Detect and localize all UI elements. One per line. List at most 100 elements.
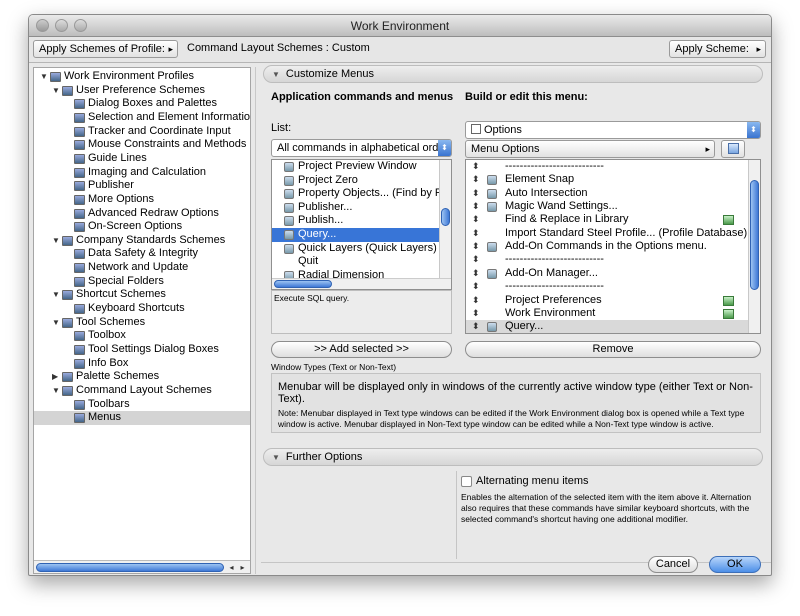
drag-handle-icon[interactable]: ⬍ <box>472 240 480 254</box>
new-item-button[interactable] <box>721 140 745 158</box>
ok-button[interactable]: OK <box>709 556 761 573</box>
menu-item[interactable]: ⬍ Query... <box>466 320 748 333</box>
cancel-button[interactable]: Cancel <box>648 556 698 573</box>
menu-item[interactable]: ⬍ Add-On Manager... <box>466 267 748 281</box>
drag-handle-icon[interactable]: ⬍ <box>472 173 480 187</box>
further-options-header[interactable]: ▼ Further Options <box>263 448 763 466</box>
disclosure-down-icon[interactable]: ▼ <box>52 384 60 398</box>
tree-item[interactable]: Special Folders <box>34 275 250 289</box>
tree-item[interactable]: Imaging and Calculation <box>34 166 250 180</box>
disclosure-down-icon[interactable]: ▼ <box>52 316 60 330</box>
disclosure-down-icon: ▼ <box>272 70 280 79</box>
command-list-select[interactable]: All commands in alphabetical order ⬍ <box>271 139 452 157</box>
drag-handle-icon[interactable]: ⬍ <box>472 294 480 308</box>
tree-item[interactable]: Dialog Boxes and Palettes <box>34 97 250 111</box>
command-item[interactable]: Radial Dimension <box>272 269 440 278</box>
minimize-icon[interactable] <box>55 19 68 32</box>
command-list[interactable]: Project Preview Window Project Zero Proper… <box>271 159 452 290</box>
menu-items-vscroll[interactable] <box>748 160 760 333</box>
tree-item[interactable]: Tracker and Coordinate Input <box>34 125 250 139</box>
add-selected-button[interactable]: >> Add selected >> <box>271 341 452 358</box>
drag-handle-icon[interactable]: ⬍ <box>472 307 480 321</box>
tree-item[interactable]: Publisher <box>34 179 250 193</box>
disclosure-down-icon[interactable]: ▼ <box>52 234 60 248</box>
drag-handle-icon[interactable]: ⬍ <box>472 267 480 281</box>
menu-item[interactable]: ⬍ --------------------------- <box>466 253 748 267</box>
menu-item[interactable]: ⬍ Import Standard Steel Profile... (Profi… <box>466 227 748 241</box>
tree-item[interactable]: ▼ Shortcut Schemes <box>34 288 250 302</box>
menu-item[interactable]: ⬍ Magic Wand Settings... <box>466 200 748 214</box>
command-item[interactable]: Quit <box>272 255 440 269</box>
menu-item[interactable]: ⬍ Element Snap <box>466 173 748 187</box>
disclosure-down-icon[interactable]: ▼ <box>40 70 48 84</box>
command-item[interactable]: Publisher... <box>272 201 440 215</box>
tree-item[interactable]: ▶ Palette Schemes <box>34 370 250 384</box>
menu-item[interactable]: ⬍ Find & Replace in Library <box>466 213 748 227</box>
tree-item[interactable]: Data Safety & Integrity <box>34 247 250 261</box>
scroll-thumb[interactable] <box>750 180 759 290</box>
command-list-vscroll[interactable] <box>439 160 451 278</box>
menu-item[interactable]: ⬍ --------------------------- <box>466 160 748 174</box>
drag-handle-icon[interactable]: ⬍ <box>472 200 480 214</box>
splitter[interactable] <box>255 67 259 574</box>
apply-scheme-popup[interactable]: Apply Scheme: ▸ <box>669 40 766 58</box>
tree-item[interactable]: ▼ Work Environment Profiles <box>34 70 250 84</box>
apply-profile-popup[interactable]: Apply Schemes of Profile: ▸ <box>33 40 178 58</box>
tree-item[interactable]: Selection and Element Information <box>34 111 250 125</box>
disclosure-down-icon[interactable]: ▼ <box>52 288 60 302</box>
customize-menus-header[interactable]: ▼ Customize Menus <box>263 65 763 83</box>
menu-options-popup[interactable]: Menu Options ▸ <box>465 140 715 158</box>
scroll-thumb[interactable] <box>274 280 332 288</box>
tree-item[interactable]: More Options <box>34 193 250 207</box>
disclosure-right-icon[interactable]: ▶ <box>52 370 58 384</box>
tree-item[interactable]: ▼ Company Standards Schemes <box>34 234 250 248</box>
tree-item[interactable]: Toolbox <box>34 329 250 343</box>
command-item[interactable]: Project Preview Window <box>272 160 440 174</box>
scroll-thumb[interactable] <box>441 208 450 226</box>
profile-tree[interactable]: ▼ Work Environment Profiles ▼ User Preferen… <box>33 67 251 574</box>
drag-handle-icon[interactable]: ⬍ <box>472 213 480 227</box>
close-icon[interactable] <box>36 19 49 32</box>
tree-item[interactable]: Menus <box>34 411 250 425</box>
title-bar[interactable]: Work Environment <box>29 15 771 37</box>
menu-item[interactable]: ⬍ Work Environment <box>466 307 748 321</box>
command-list-hscroll[interactable] <box>272 278 451 289</box>
menu-select[interactable]: Options ⬍ <box>465 121 761 139</box>
drag-handle-icon[interactable]: ⬍ <box>472 160 480 174</box>
drag-handle-icon[interactable]: ⬍ <box>472 253 480 267</box>
drag-handle-icon[interactable]: ⬍ <box>472 320 480 333</box>
remove-button[interactable]: Remove <box>465 341 761 358</box>
tree-item[interactable]: ▼ Tool Schemes <box>34 316 250 330</box>
command-item[interactable]: Quick Layers (Quick Layers) <box>272 242 440 256</box>
drag-handle-icon[interactable]: ⬍ <box>472 280 480 294</box>
menu-item[interactable]: ⬍ --------------------------- <box>466 280 748 294</box>
drag-handle-icon[interactable]: ⬍ <box>472 227 480 241</box>
scroll-right-icon[interactable]: ▸ <box>237 561 248 573</box>
menu-item[interactable]: ⬍ Auto Intersection <box>466 187 748 201</box>
command-item[interactable]: Publish... <box>272 214 440 228</box>
scroll-left-icon[interactable]: ◂ <box>226 561 237 573</box>
tree-item[interactable]: ▼ Command Layout Schemes <box>34 384 250 398</box>
tree-item[interactable]: Info Box <box>34 357 250 371</box>
tree-horizontal-scrollbar[interactable]: ◂ ▸ <box>34 560 250 573</box>
scroll-thumb[interactable] <box>36 563 224 572</box>
tree-item[interactable]: Mouse Constraints and Methods <box>34 138 250 152</box>
tree-item[interactable]: Guide Lines <box>34 152 250 166</box>
tree-item[interactable]: Network and Update <box>34 261 250 275</box>
menu-item[interactable]: ⬍ Project Preferences <box>466 294 748 308</box>
command-item[interactable]: Property Objects... (Find by Prop <box>272 187 440 201</box>
tree-item[interactable]: Tool Settings Dialog Boxes <box>34 343 250 357</box>
command-item[interactable]: Project Zero <box>272 174 440 188</box>
disclosure-down-icon[interactable]: ▼ <box>52 84 60 98</box>
alternating-checkbox[interactable] <box>461 476 472 487</box>
menu-items-list[interactable]: ⬍ --------------------------- ⬍ Element Sna… <box>465 159 761 334</box>
tree-item[interactable]: ▼ User Preference Schemes <box>34 84 250 98</box>
menu-item[interactable]: ⬍ Add-On Commands in the Options menu. <box>466 240 748 254</box>
drag-handle-icon[interactable]: ⬍ <box>472 187 480 201</box>
command-item[interactable]: Query... <box>272 228 440 242</box>
tree-item[interactable]: Advanced Redraw Options <box>34 207 250 221</box>
tree-item[interactable]: Toolbars <box>34 398 250 412</box>
tree-item[interactable]: On-Screen Options <box>34 220 250 234</box>
tree-item[interactable]: Keyboard Shortcuts <box>34 302 250 316</box>
zoom-icon[interactable] <box>74 19 87 32</box>
